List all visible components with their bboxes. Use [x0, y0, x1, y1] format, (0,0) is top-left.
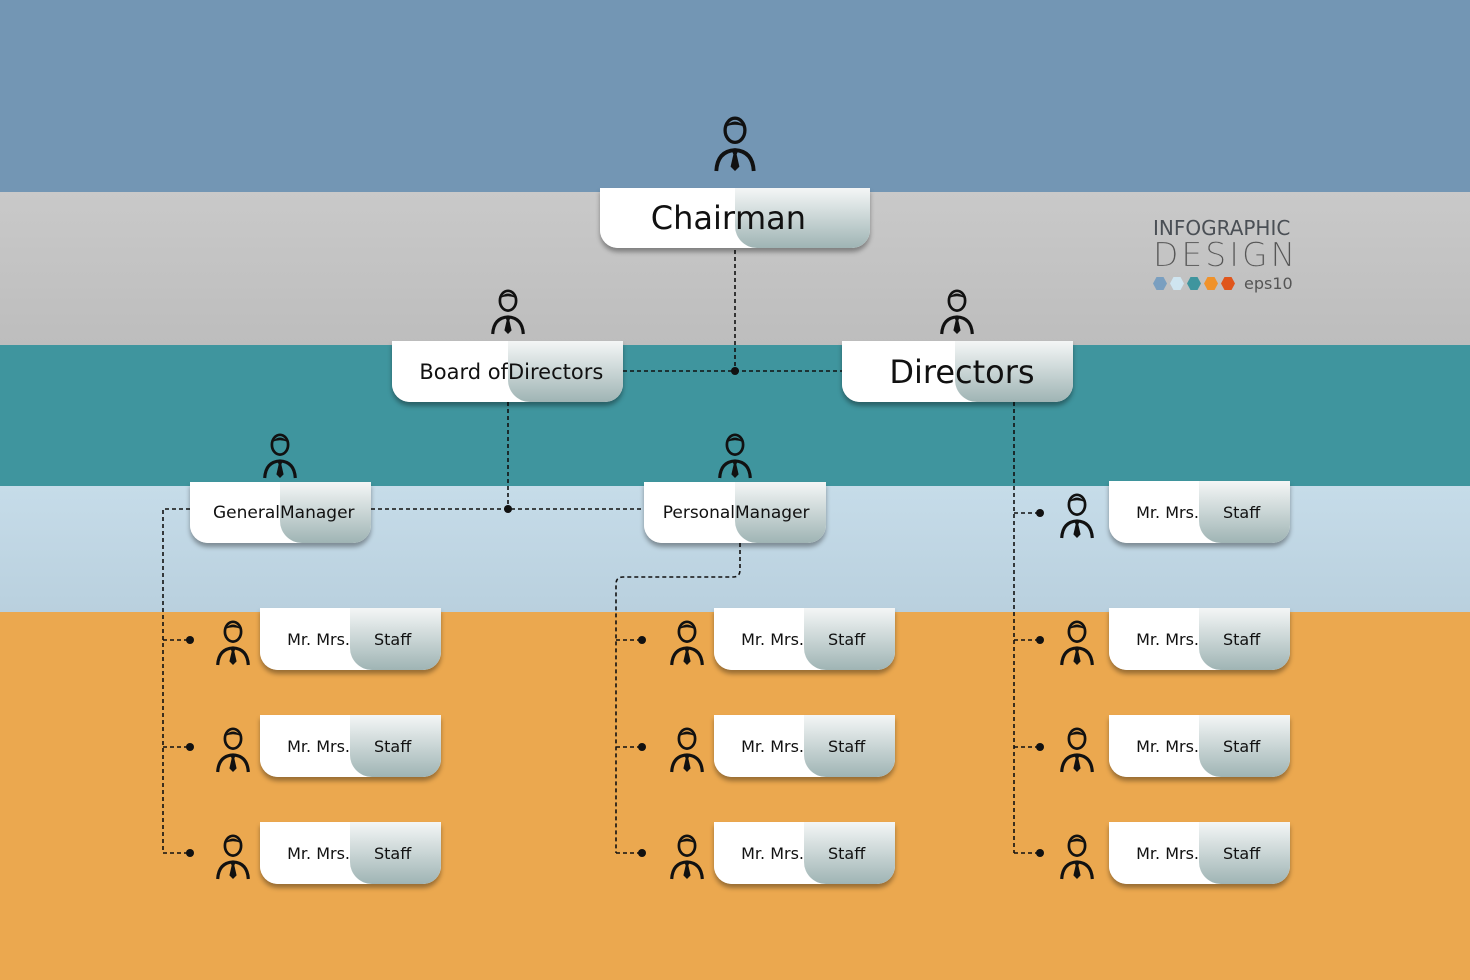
staff-card-3-2-label-right: Staff	[1199, 608, 1290, 670]
staff-card-1-1-person-icon	[215, 620, 251, 671]
staff-card-1-1-label-left: Mr. Mrs.	[260, 608, 350, 670]
staff-card-2-2-label-left: Mr. Mrs.	[714, 715, 804, 777]
staff-card-3-4[interactable]: Mr. Mrs. Staff	[1109, 822, 1290, 884]
staff-card-3-4-label-right: Staff	[1199, 822, 1290, 884]
board-of-directors-node[interactable]: Board of Directors	[392, 341, 623, 402]
staff-card-3-1[interactable]: Mr. Mrs. Staff	[1109, 481, 1290, 543]
board-person-icon	[490, 289, 526, 340]
staff-card-2-2-label-right: Staff	[804, 715, 895, 777]
infographic-logo: INFOGRAPHIC DESIGN eps10	[1153, 216, 1298, 293]
directors-person-icon	[939, 289, 975, 340]
staff-card-3-2[interactable]: Mr. Mrs. Staff	[1109, 608, 1290, 670]
chairman-node[interactable]: Chair man	[600, 188, 870, 248]
staff-card-2-2[interactable]: Mr. Mrs. Staff	[714, 715, 895, 777]
staff-card-2-3[interactable]: Mr. Mrs. Staff	[714, 822, 895, 884]
staff-card-3-1-person-icon	[1059, 493, 1095, 544]
directors-node-label-right: ctors	[955, 341, 1073, 402]
staff-card-1-2-person-icon	[215, 727, 251, 778]
staff-card-3-4-label-left: Mr. Mrs.	[1109, 822, 1199, 884]
chairman-person-icon	[713, 116, 757, 177]
staff-card-3-2-person-icon	[1059, 620, 1095, 671]
staff-card-2-1-label-left: Mr. Mrs.	[714, 608, 804, 670]
staff-card-3-3-person-icon	[1059, 727, 1095, 778]
staff-card-2-3-person-icon	[669, 834, 705, 885]
general-manager-node-label-left: General	[190, 482, 280, 543]
chairman-node-label-right: man	[735, 188, 870, 248]
directors-node-label-left: Dire	[842, 341, 955, 402]
personal-manager-person-icon	[717, 433, 753, 484]
staff-card-3-1-label-right: Staff	[1199, 481, 1290, 543]
personal-manager-node-label-left: Personal	[644, 482, 735, 543]
staff-card-3-3[interactable]: Mr. Mrs. Staff	[1109, 715, 1290, 777]
staff-card-1-3-label-left: Mr. Mrs.	[260, 822, 350, 884]
staff-card-2-1-label-right: Staff	[804, 608, 895, 670]
board-of-directors-node-label-left: Board of	[392, 341, 508, 402]
logo-dots: eps10	[1153, 274, 1298, 293]
logo-tag: eps10	[1244, 274, 1293, 293]
board-of-directors-node-label-right: Directors	[508, 341, 623, 402]
staff-card-3-3-label-left: Mr. Mrs.	[1109, 715, 1199, 777]
general-manager-node[interactable]: General Manager	[190, 482, 371, 543]
directors-node[interactable]: Dire ctors	[842, 341, 1073, 402]
chairman-node-label-left: Chair	[600, 188, 735, 248]
staff-card-1-1-label-right: Staff	[350, 608, 441, 670]
staff-card-2-1-person-icon	[669, 620, 705, 671]
staff-card-3-2-label-left: Mr. Mrs.	[1109, 608, 1199, 670]
logo-line2: DESIGN	[1153, 235, 1299, 274]
staff-card-2-3-label-left: Mr. Mrs.	[714, 822, 804, 884]
general-manager-node-label-right: Manager	[280, 482, 371, 543]
personal-manager-node-label-right: Manager	[735, 482, 826, 543]
general-manager-person-icon	[262, 433, 298, 484]
staff-card-2-3-label-right: Staff	[804, 822, 895, 884]
staff-card-1-3-label-right: Staff	[350, 822, 441, 884]
staff-card-3-4-person-icon	[1059, 834, 1095, 885]
staff-card-1-2[interactable]: Mr. Mrs. Staff	[260, 715, 441, 777]
staff-card-1-1[interactable]: Mr. Mrs. Staff	[260, 608, 441, 670]
staff-card-3-1-label-left: Mr. Mrs.	[1109, 481, 1199, 543]
staff-card-2-1[interactable]: Mr. Mrs. Staff	[714, 608, 895, 670]
staff-card-1-3[interactable]: Mr. Mrs. Staff	[260, 822, 441, 884]
staff-card-1-2-label-left: Mr. Mrs.	[260, 715, 350, 777]
staff-card-3-3-label-right: Staff	[1199, 715, 1290, 777]
staff-card-2-2-person-icon	[669, 727, 705, 778]
staff-card-1-3-person-icon	[215, 834, 251, 885]
personal-manager-node[interactable]: Personal Manager	[644, 482, 826, 543]
staff-card-1-2-label-right: Staff	[350, 715, 441, 777]
